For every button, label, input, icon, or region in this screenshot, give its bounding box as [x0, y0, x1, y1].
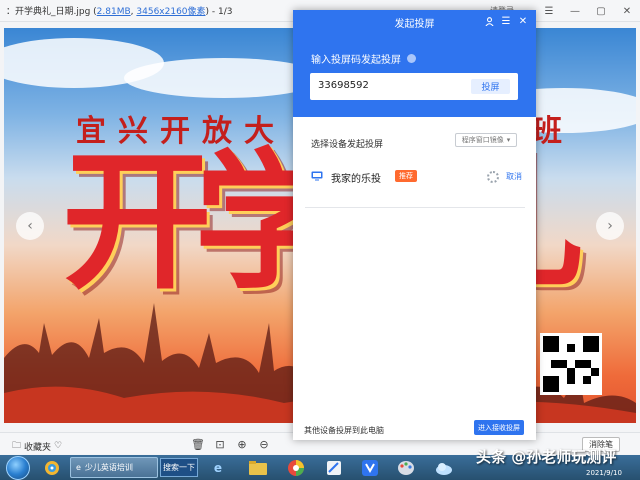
cast-app-icon[interactable]	[356, 457, 384, 479]
maximize-icon[interactable]: ▢	[588, 0, 614, 22]
cast-code-prompt: 输入投屏码发起投屏	[311, 51, 416, 66]
user-icon[interactable]	[482, 14, 496, 28]
folder-icon: 🗀	[12, 441, 22, 451]
browser-window-title: 少儿英语培训	[84, 463, 133, 472]
close-icon[interactable]: ✕	[516, 14, 530, 28]
file-title: ：开学典礼_日期.jpg (2.81MB, 3456x2160像素) - 1/3	[6, 7, 233, 17]
minimize-icon[interactable]: —	[562, 0, 588, 22]
previous-image-arrow-icon[interactable]: ‹	[16, 212, 44, 240]
receive-cast-button[interactable]: 进入接收投屏	[474, 420, 524, 435]
color-wheel-app-icon[interactable]	[38, 457, 66, 479]
browser-icon: e	[76, 463, 81, 472]
close-icon[interactable]: ✕	[614, 0, 640, 22]
recommended-badge: 推荐	[395, 170, 417, 182]
zoom-in-icon[interactable]: ⊕	[234, 436, 250, 452]
next-image-arrow-icon[interactable]: ›	[596, 212, 624, 240]
cast-code-prompt-label: 输入投屏码发起投屏	[311, 55, 401, 66]
folder-icon[interactable]	[244, 457, 272, 479]
paint-app-icon[interactable]	[392, 457, 420, 479]
favorites-label: 收藏夹	[24, 442, 52, 453]
loading-spinner-icon	[487, 171, 499, 183]
image-index: 1/3	[218, 7, 233, 17]
device-section-label: 选择设备发起投屏	[311, 140, 384, 150]
search-button[interactable]: 搜索一下	[160, 458, 198, 477]
dialog-header: 发起投屏 ☰ ✕ 输入投屏码发起投屏 投屏	[293, 10, 536, 117]
pen-tool-icon[interactable]	[320, 457, 348, 479]
browser-colorful-icon[interactable]	[282, 457, 310, 479]
receive-cast-label: 其他设备投屏到此电脑	[304, 426, 384, 435]
watermark: 头条 @孙老师玩测评	[476, 448, 617, 466]
menu-icon[interactable]: ☰	[499, 14, 513, 28]
mirror-mode-select[interactable]: 程序窗口镜像 ▾	[455, 133, 517, 147]
cancel-link[interactable]: 取消	[506, 171, 522, 182]
mirror-mode-value: 程序窗口镜像	[461, 136, 504, 144]
file-size-link[interactable]: 2.81MB	[97, 7, 131, 17]
zoom-out-icon[interactable]: ⊖	[256, 436, 272, 452]
cast-code-input[interactable]	[318, 80, 458, 91]
weather-app-icon[interactable]	[430, 457, 458, 479]
device-panel: 选择设备发起投屏 程序窗口镜像 ▾ 我家的乐投 推荐 取消	[305, 122, 525, 208]
taskbar-browser-window[interactable]: e 少儿英语培训	[70, 457, 158, 478]
delete-icon[interactable]: 🗑	[190, 436, 206, 452]
qr-code	[540, 333, 602, 395]
file-name: ：开学典礼_日期.jpg	[6, 7, 91, 17]
heart-icon[interactable]: ♡	[54, 441, 62, 451]
dimensions-link[interactable]: 3456x2160像素	[136, 7, 205, 17]
menu-icon[interactable]: ☰	[536, 0, 562, 22]
viewer-window-controls: ☰ — ▢ ✕	[536, 0, 640, 22]
device-list-item[interactable]: 我家的乐投 推荐 取消	[311, 169, 523, 185]
actual-size-icon[interactable]: ⊡	[212, 436, 228, 452]
taskbar-date: 2021/9/10	[586, 469, 622, 477]
favorites-button[interactable]: 🗀 收藏夹 ♡	[12, 438, 62, 454]
tool-icons: 🗑 ⊡ ⊕ ⊖	[190, 436, 272, 452]
cast-button[interactable]: 投屏	[471, 79, 510, 94]
ie-browser-icon[interactable]: e	[204, 457, 232, 479]
cast-code-field: 投屏	[310, 73, 518, 100]
device-name: 我家的乐投	[331, 174, 381, 185]
start-button-icon[interactable]	[6, 456, 30, 480]
help-icon[interactable]	[407, 54, 416, 63]
chevron-down-icon: ▾	[506, 136, 511, 144]
cast-dialog: 发起投屏 ☰ ✕ 输入投屏码发起投屏 投屏 选择设备发起投屏 程序窗口镜像 ▾ …	[293, 10, 536, 440]
tv-icon	[311, 171, 323, 181]
